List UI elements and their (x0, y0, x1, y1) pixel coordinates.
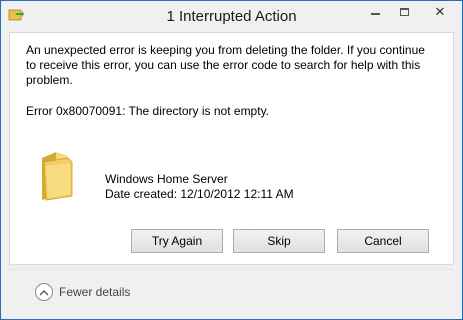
fewer-details-toggle[interactable]: Fewer details (35, 283, 130, 301)
title-bar[interactable]: 1 Interrupted Action ✕ (1, 1, 462, 31)
folder-icon (42, 152, 73, 201)
minimize-button[interactable] (361, 1, 389, 23)
close-icon: ✕ (434, 4, 446, 19)
error-message: An unexpected error is keeping you from … (26, 43, 425, 87)
chevron-up-icon (35, 283, 53, 301)
skip-button[interactable]: Skip (233, 229, 325, 253)
fewer-details-label: Fewer details (59, 285, 131, 299)
error-code: Error 0x80070091: The directory is not e… (26, 104, 270, 118)
maximize-button[interactable] (390, 1, 418, 23)
cancel-button[interactable]: Cancel (337, 229, 429, 253)
close-button[interactable]: ✕ (419, 1, 461, 23)
item-name: Windows Home Server (105, 172, 228, 186)
item-date: Date created: 12/10/2012 12:11 AM (105, 187, 294, 201)
try-again-button[interactable]: Try Again (131, 229, 223, 253)
minimize-icon (370, 13, 380, 15)
footer-divider (9, 269, 454, 270)
dialog-window: 1 Interrupted Action ✕ An unexpected err… (0, 0, 463, 320)
maximize-icon (399, 8, 409, 16)
